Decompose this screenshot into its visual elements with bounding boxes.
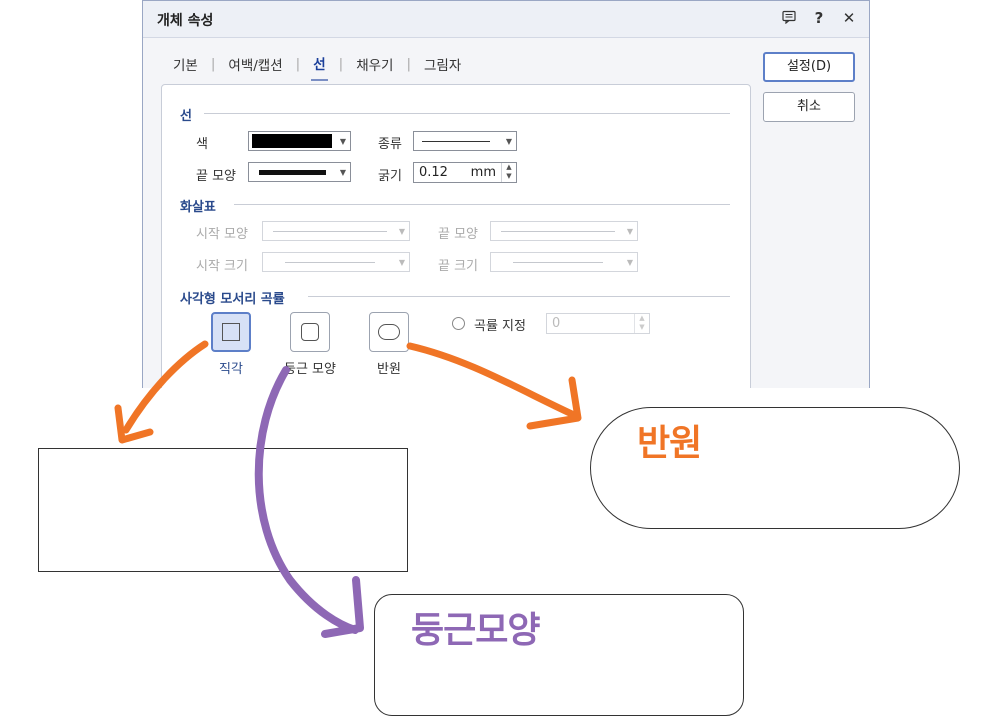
semicircle-callout: 반원 (637, 423, 702, 464)
purple-arrowhead-rounded (321, 576, 364, 638)
chevron-down-icon: ▼ (505, 137, 512, 146)
section-divider (308, 296, 730, 297)
spinner-buttons[interactable]: ▲ ▼ (501, 163, 516, 182)
arrow-start-shape-combo[interactable]: ▼ (262, 221, 410, 241)
chevron-down-icon: ▼ (339, 168, 346, 177)
arrow-preview (501, 231, 615, 232)
line-color-combo[interactable]: ▼ (248, 131, 351, 151)
rounded-corner-icon (301, 323, 319, 341)
chevron-down-icon: ▼ (398, 258, 405, 267)
chevron-down-icon: ▼ (398, 227, 405, 236)
ok-button[interactable]: 설정(D) (763, 52, 855, 82)
line-end-preview (259, 170, 326, 175)
color-swatch (252, 134, 332, 148)
comment-icon[interactable] (781, 10, 797, 26)
tab-margin-caption[interactable]: 여백/캡션 (226, 54, 284, 80)
help-icon[interactable]: ? (811, 10, 827, 26)
chevron-down-icon: ▼ (626, 227, 633, 236)
cancel-button[interactable]: 취소 (763, 92, 855, 122)
line-section-title: 선 (180, 109, 192, 124)
orange-arrowhead-square (114, 404, 154, 444)
arrow-end-size-label: 끝 크기 (438, 259, 479, 274)
line-type-preview (422, 141, 490, 142)
line-type-label: 종류 (378, 137, 402, 152)
square-corner-icon (222, 323, 240, 341)
corner-semicircle-label: 반원 (377, 362, 401, 377)
line-end-combo[interactable]: ▼ (248, 162, 351, 182)
tab-fill[interactable]: 채우기 (354, 54, 395, 80)
chevron-down-icon: ▼ (626, 258, 633, 267)
tab-separator: | (406, 56, 412, 72)
corner-semicircle-button[interactable] (369, 312, 409, 352)
custom-curvature-radio[interactable] (452, 317, 465, 330)
corner-section-title: 사각형 모서리 곡률 (180, 292, 285, 307)
tab-bar: 기본 | 여백/캡션 | 선 | 채우기 | 그림자 (171, 53, 463, 81)
corner-square-button[interactable] (211, 312, 251, 352)
object-properties-dialog: 개체 속성 ? ✕ 기본 | 여백/캡션 | 선 | 채우기 | 그림자 설정(… (142, 0, 870, 388)
corner-rounded-button[interactable] (290, 312, 330, 352)
line-width-unit: mm (470, 165, 496, 180)
arrow-end-shape-combo[interactable]: ▼ (490, 221, 638, 241)
title-bar: 개체 속성 ? ✕ (143, 1, 869, 38)
title-bar-icons: ? ✕ (781, 10, 857, 26)
custom-curvature-value: 0 (552, 316, 561, 331)
tab-separator: | (338, 56, 344, 72)
square-corner-example-box (38, 448, 408, 572)
arrow-preview (285, 262, 375, 263)
line-width-value: 0.12 (419, 165, 448, 180)
line-end-label: 끝 모양 (196, 169, 237, 184)
chevron-down-icon: ▼ (339, 137, 346, 146)
line-color-label: 색 (196, 137, 208, 152)
dialog-title: 개체 속성 (157, 13, 214, 29)
custom-curvature-label: 곡률 지정 (474, 319, 526, 334)
corner-rounded-label: 둥근 모양 (284, 362, 336, 377)
section-divider (234, 204, 730, 205)
arrow-preview (273, 231, 387, 232)
corner-square-label: 직각 (219, 362, 243, 377)
arrow-start-shape-label: 시작 모양 (196, 227, 248, 242)
line-width-label: 굵기 (378, 169, 402, 184)
tab-line[interactable]: 선 (311, 53, 328, 81)
semicircle-example-box: 반원 (590, 407, 960, 529)
custom-curvature-spinner[interactable]: 0 ▲ ▼ (546, 313, 650, 334)
arrow-end-size-combo[interactable]: ▼ (490, 252, 638, 272)
close-icon[interactable]: ✕ (841, 10, 857, 26)
tab-separator: | (210, 56, 216, 72)
tab-basic[interactable]: 기본 (171, 54, 200, 80)
section-divider (204, 113, 730, 114)
tab-separator: | (295, 56, 301, 72)
arrow-preview (513, 262, 603, 263)
arrow-end-shape-label: 끝 모양 (438, 227, 479, 242)
spinner-buttons[interactable]: ▲ ▼ (634, 314, 649, 333)
rounded-example-box: 둥근모양 (374, 594, 744, 716)
line-settings-panel: 선 색 ▼ 종류 ▼ 끝 모양 ▼ 굵기 0.12 mm ▲ ▼ 화살표 시작 모… (161, 84, 751, 388)
tab-shadow[interactable]: 그림자 (422, 54, 463, 80)
line-width-spinner[interactable]: 0.12 mm ▲ ▼ (413, 162, 517, 183)
arrow-start-size-label: 시작 크기 (196, 259, 248, 274)
rounded-callout: 둥근모양 (411, 610, 540, 651)
line-type-combo[interactable]: ▼ (413, 131, 517, 151)
arrow-section-title: 화살표 (180, 200, 216, 215)
semicircle-corner-icon (378, 324, 400, 340)
arrow-start-size-combo[interactable]: ▼ (262, 252, 410, 272)
